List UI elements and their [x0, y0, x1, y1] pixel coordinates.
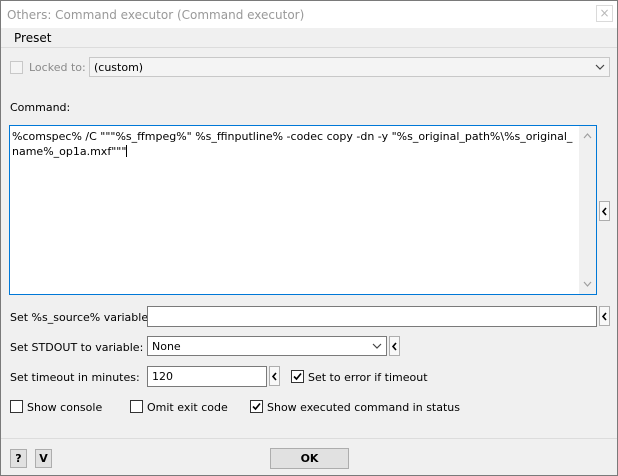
title-bar: Others: Command executor (Command execut…	[1, 1, 617, 28]
checkmark-icon	[293, 372, 302, 381]
scroll-up-icon[interactable]	[583, 132, 592, 140]
command-value: %comspec% /C """%s_ffmpeg%" %s_ffinputli…	[12, 130, 573, 158]
locked-to-label: Locked to:	[29, 61, 86, 74]
timeout-label: Set timeout in minutes:	[10, 371, 140, 384]
timeout-value: 120	[152, 370, 173, 383]
menu-bar: Preset	[1, 28, 617, 47]
locked-to-value: (custom)	[94, 61, 144, 74]
stdout-var-value: None	[152, 340, 181, 353]
text-caret	[126, 145, 128, 157]
vertical-scrollbar[interactable]	[579, 126, 596, 294]
chevron-left-icon	[271, 372, 277, 381]
window-title: Others: Command executor (Command execut…	[7, 8, 305, 22]
show-console-label: Show console	[27, 401, 103, 414]
chevron-down-icon	[595, 64, 605, 70]
ok-button[interactable]: OK	[270, 448, 349, 469]
locked-to-checkbox[interactable]	[10, 61, 23, 74]
footer-divider	[1, 438, 617, 439]
command-text: %comspec% /C """%s_ffmpeg%" %s_ffinputli…	[12, 129, 578, 159]
show-console-checkbox[interactable]	[10, 400, 23, 413]
omit-exit-code-label: Omit exit code	[147, 401, 228, 414]
stdout-var-insert-button[interactable]	[389, 336, 400, 356]
command-insert-button[interactable]	[599, 201, 610, 221]
command-textarea[interactable]: %comspec% /C """%s_ffmpeg%" %s_ffinputli…	[9, 125, 597, 295]
chevron-left-icon	[391, 342, 397, 351]
menu-preset[interactable]: Preset	[14, 31, 51, 45]
source-var-label: Set %s_source% variable to:	[10, 311, 167, 324]
error-timeout-label: Set to error if timeout	[308, 371, 428, 384]
stdout-var-select[interactable]: None	[147, 336, 387, 356]
chevron-left-icon	[601, 207, 607, 216]
source-var-input[interactable]	[147, 306, 597, 327]
timeout-insert-button[interactable]	[269, 366, 280, 386]
v-button[interactable]: V	[35, 449, 52, 468]
source-var-insert-button[interactable]	[599, 306, 610, 326]
timeout-input[interactable]: 120	[147, 366, 267, 387]
omit-exit-code-checkbox[interactable]	[130, 400, 143, 413]
show-executed-label: Show executed command in status	[267, 401, 460, 414]
command-label: Command:	[10, 101, 71, 114]
show-executed-checkbox[interactable]	[250, 400, 263, 413]
locked-to-select[interactable]: (custom)	[89, 57, 610, 77]
stdout-var-label: Set STDOUT to variable:	[10, 341, 144, 354]
help-button[interactable]: ?	[10, 449, 27, 468]
menu-divider	[1, 47, 617, 48]
chevron-left-icon	[601, 312, 607, 321]
checkmark-icon	[252, 402, 261, 411]
error-timeout-checkbox[interactable]	[291, 370, 304, 383]
close-button[interactable]: ×	[596, 5, 613, 22]
scroll-down-icon[interactable]	[583, 280, 592, 288]
command-executor-window: Others: Command executor (Command execut…	[0, 0, 618, 476]
chevron-down-icon	[372, 343, 382, 349]
